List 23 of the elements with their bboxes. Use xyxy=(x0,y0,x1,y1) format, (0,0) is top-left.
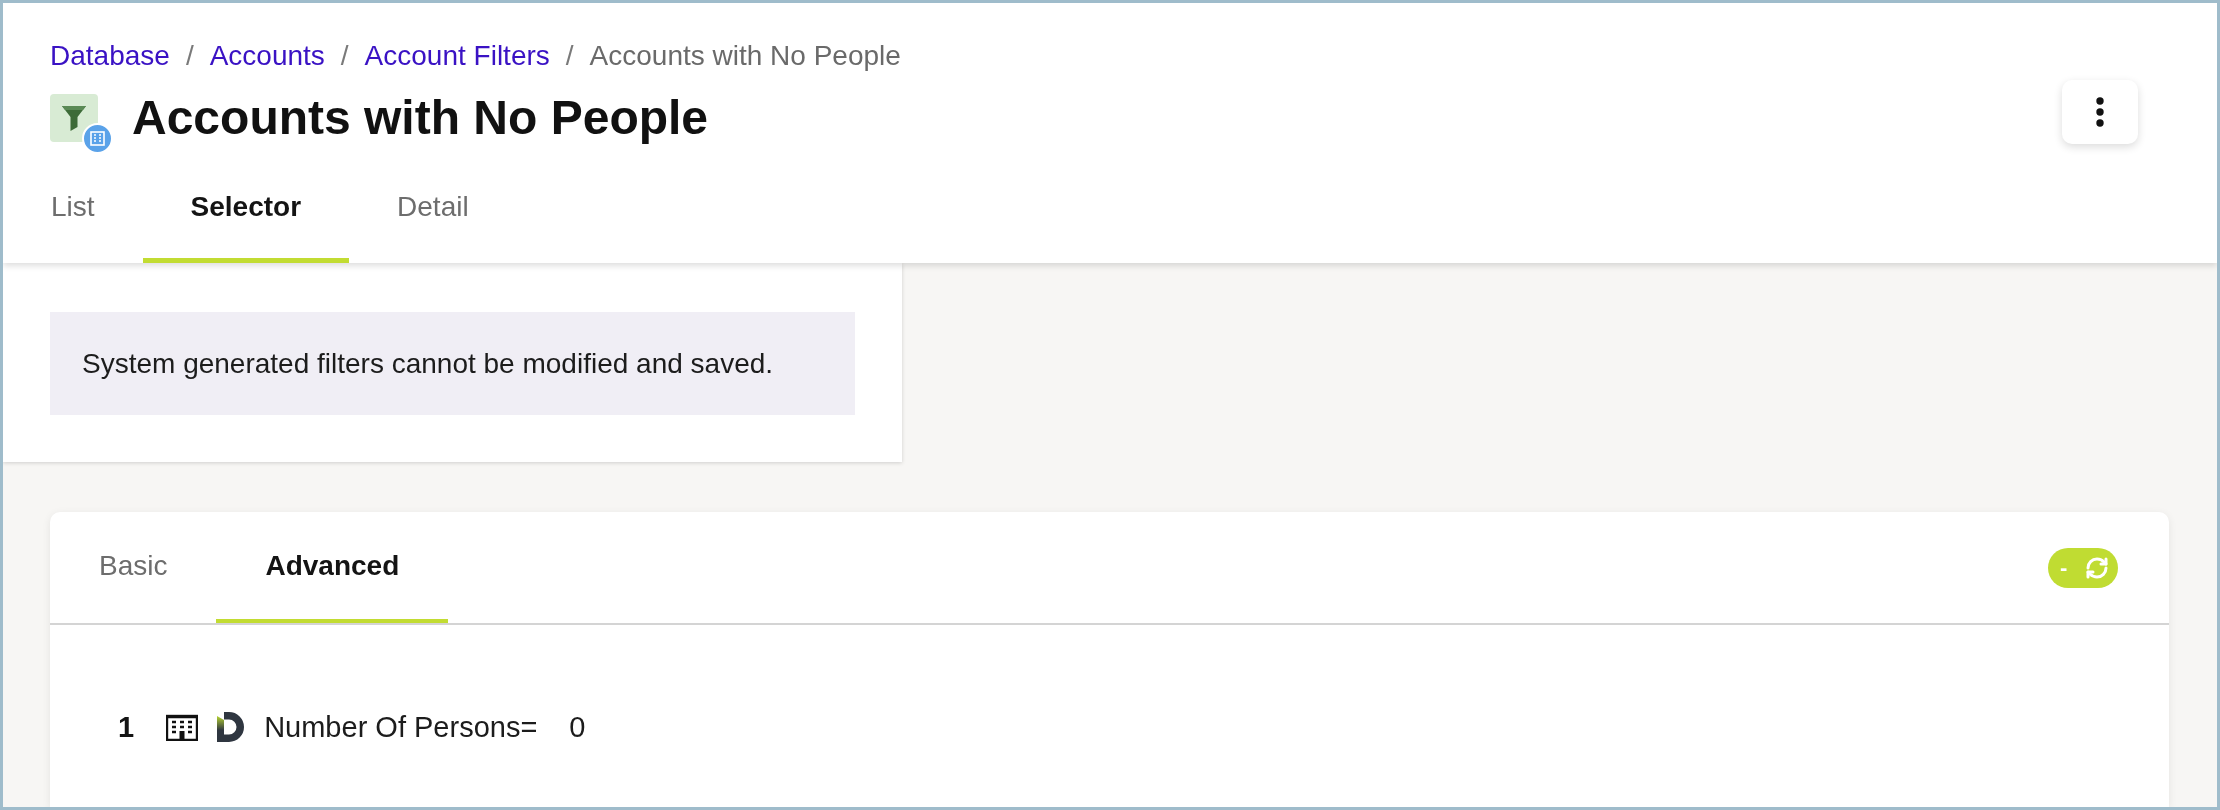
breadcrumb-separator: / xyxy=(185,40,194,72)
logo-icon xyxy=(217,712,245,742)
tab[interactable]: Detail xyxy=(349,160,517,263)
filter-icon xyxy=(50,94,98,142)
tab[interactable]: Basic xyxy=(50,512,217,623)
breadcrumb-link[interactable]: Account Filters xyxy=(364,40,550,72)
notice-banner: System generated filters cannot be modified and saved. xyxy=(50,312,855,415)
tab[interactable]: Advanced xyxy=(216,512,449,623)
refresh-icon xyxy=(2085,555,2109,580)
breadcrumb-link[interactable]: Accounts xyxy=(209,40,325,72)
condition-value: 0 xyxy=(569,711,586,743)
more-icon xyxy=(2096,97,2104,127)
condition-number: 1 xyxy=(118,711,135,743)
building-badge-icon xyxy=(82,123,113,154)
building-icon xyxy=(166,713,199,741)
page-title: Accounts with No People xyxy=(132,92,709,144)
tab[interactable]: List xyxy=(3,160,143,263)
more-button[interactable] xyxy=(2062,80,2138,144)
condition-label: Number Of Persons= xyxy=(264,711,538,743)
breadcrumb-link[interactable]: Database xyxy=(50,40,170,72)
breadcrumb-separator: / xyxy=(565,40,574,72)
breadcrumb-separator: / xyxy=(340,40,349,72)
breadcrumb-current: Accounts with No People xyxy=(589,40,901,72)
